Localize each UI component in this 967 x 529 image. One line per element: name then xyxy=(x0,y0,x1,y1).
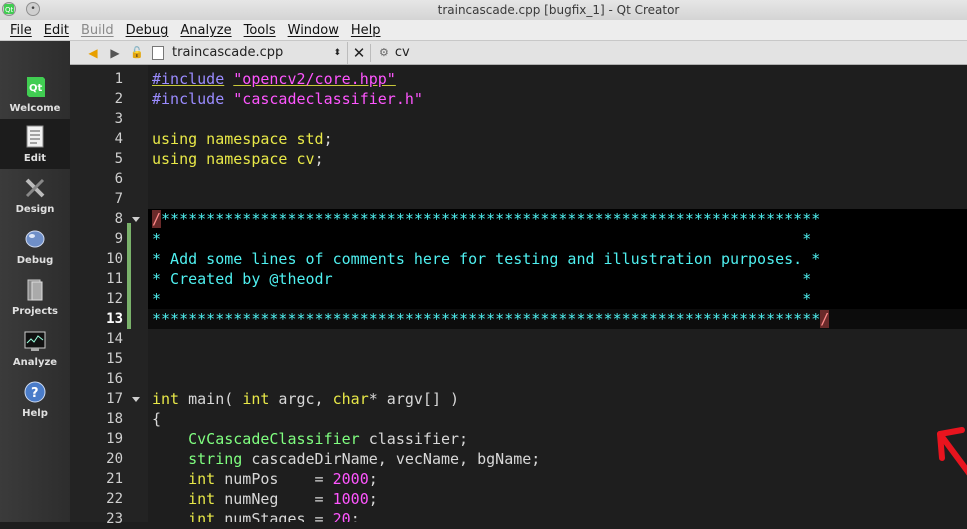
editor-toolbar: ◀ ▶ 🔓 traincascade.cpp ⬍ ✕ ⚙ cv xyxy=(70,41,967,65)
line-number: 3 xyxy=(114,111,123,127)
code-line: using namespace cv; xyxy=(152,150,324,168)
line-number: 16 xyxy=(106,371,123,387)
lock-icon[interactable]: 🔓 xyxy=(126,46,148,59)
line-number: 23 xyxy=(106,511,123,527)
code-line: int main( int argc, char* argv[] ) xyxy=(152,390,460,408)
projects-icon xyxy=(27,279,43,301)
line-number: 5 xyxy=(114,151,123,167)
line-number: 21 xyxy=(106,471,123,487)
title-bar: Qt • traincascade.cpp [bugfix_1] - Qt Cr… xyxy=(0,0,967,21)
mode-help-label: Help xyxy=(22,408,48,419)
matching-comment-delimiter: / xyxy=(820,310,830,328)
line-number: 7 xyxy=(114,191,123,207)
code-line: ****************************************… xyxy=(152,310,830,328)
code-line: int numNeg = 1000; xyxy=(188,490,378,508)
menu-window[interactable]: Window xyxy=(282,23,345,38)
mode-welcome-label: Welcome xyxy=(9,103,61,114)
current-line-number: 13 xyxy=(106,311,123,327)
code-line: int numStages = 20; xyxy=(188,510,360,522)
mode-edit[interactable]: Edit xyxy=(0,119,70,169)
code-line: int numPos = 2000; xyxy=(188,470,378,488)
menu-tools[interactable]: Tools xyxy=(238,23,282,38)
svg-text:Qt: Qt xyxy=(29,83,43,94)
menu-build[interactable]: Build xyxy=(75,23,120,38)
symbol-namespace-icon: ⚙ xyxy=(379,46,389,59)
annotation-arrow-icon xyxy=(937,427,967,476)
code-line: using namespace std; xyxy=(152,130,333,148)
menu-help[interactable]: Help xyxy=(345,23,387,38)
code-line: CvCascadeClassifier classifier; xyxy=(188,430,469,448)
mode-design[interactable]: Design xyxy=(0,170,70,220)
mode-debug-label: Debug xyxy=(16,255,54,266)
current-symbol: cv xyxy=(394,45,410,60)
line-number: 4 xyxy=(114,131,123,147)
line-number: 18 xyxy=(106,411,123,427)
line-number: 15 xyxy=(106,351,123,367)
menu-edit[interactable]: Edit xyxy=(38,23,75,38)
line-number: 2 xyxy=(114,91,123,107)
design-tools-icon xyxy=(25,178,45,198)
code-line: #include "opencv2/core.hpp" xyxy=(152,70,396,88)
document-edit-icon xyxy=(26,125,44,148)
mode-help[interactable]: ? Help xyxy=(0,374,70,424)
mode-bar: Qt Welcome Edit Design Debug Projects An… xyxy=(0,41,70,522)
menu-analyze[interactable]: Analyze xyxy=(174,23,237,38)
matching-comment-delimiter: / xyxy=(152,210,162,228)
mode-design-label: Design xyxy=(15,204,55,215)
qt-logo-icon: Qt xyxy=(27,77,45,97)
menu-file[interactable]: File xyxy=(4,23,38,38)
analyze-monitor-icon xyxy=(24,331,46,351)
line-number: 22 xyxy=(106,491,123,507)
forward-arrow-icon[interactable]: ▶ xyxy=(104,46,126,60)
code-line: * * xyxy=(152,290,812,308)
line-number: 8 xyxy=(114,211,123,227)
mode-edit-label: Edit xyxy=(23,153,47,164)
line-number: 10 xyxy=(106,251,123,267)
fold-marker-icon[interactable] xyxy=(132,217,140,222)
open-documents-combo[interactable]: traincascade.cpp ⬍ xyxy=(148,41,348,64)
line-number: 20 xyxy=(106,451,123,467)
mode-projects-label: Projects xyxy=(11,306,58,317)
line-number: 1 xyxy=(114,71,123,87)
combo-arrows-icon: ⬍ xyxy=(333,47,341,58)
code-line: string cascadeDirName, vecName, bgName; xyxy=(188,450,541,468)
code-line: #include "cascadeclassifier.h" xyxy=(152,90,423,108)
mode-debug[interactable]: Debug xyxy=(0,221,70,271)
line-number: 19 xyxy=(106,431,123,447)
line-number-gutter[interactable]: 1 2 3 4 5 6 7 8 9 10 11 12 13 14 15 16 1… xyxy=(70,65,148,527)
line-number: 9 xyxy=(114,231,123,247)
document-icon xyxy=(152,45,164,60)
menu-debug[interactable]: Debug xyxy=(120,23,175,38)
close-document-icon[interactable]: ✕ xyxy=(348,43,371,62)
line-number: 12 xyxy=(106,291,123,307)
mode-analyze[interactable]: Analyze xyxy=(0,323,70,373)
menu-bar: File Edit Build Debug Analyze Tools Wind… xyxy=(0,20,967,41)
changed-lines-marker xyxy=(127,223,131,329)
line-number: 14 xyxy=(106,331,123,347)
line-number: 11 xyxy=(106,271,123,287)
code-line: * Add some lines of comments here for te… xyxy=(152,250,821,268)
svg-text:?: ? xyxy=(31,386,39,401)
code-line: /***************************************… xyxy=(152,210,821,228)
symbols-combo[interactable]: ⚙ cv xyxy=(371,45,410,60)
debug-bug-icon xyxy=(25,230,45,248)
open-file-name: traincascade.cpp xyxy=(172,45,284,60)
line-number: 6 xyxy=(114,171,123,187)
code-line: * Created by @theodr * xyxy=(152,270,812,288)
back-arrow-icon[interactable]: ◀ xyxy=(82,46,104,60)
code-editor[interactable]: #include "opencv2/core.hpp" #include "ca… xyxy=(148,65,967,522)
mode-welcome[interactable]: Qt Welcome xyxy=(0,69,70,119)
fold-marker-icon[interactable] xyxy=(132,397,140,402)
help-icon: ? xyxy=(24,381,46,403)
line-number: 17 xyxy=(106,391,123,407)
code-line: { xyxy=(152,410,162,428)
mode-analyze-label: Analyze xyxy=(12,357,58,368)
code-line: * * xyxy=(152,230,812,248)
mode-projects[interactable]: Projects xyxy=(0,272,70,322)
window-title: traincascade.cpp [bugfix_1] - Qt Creator xyxy=(437,3,680,17)
